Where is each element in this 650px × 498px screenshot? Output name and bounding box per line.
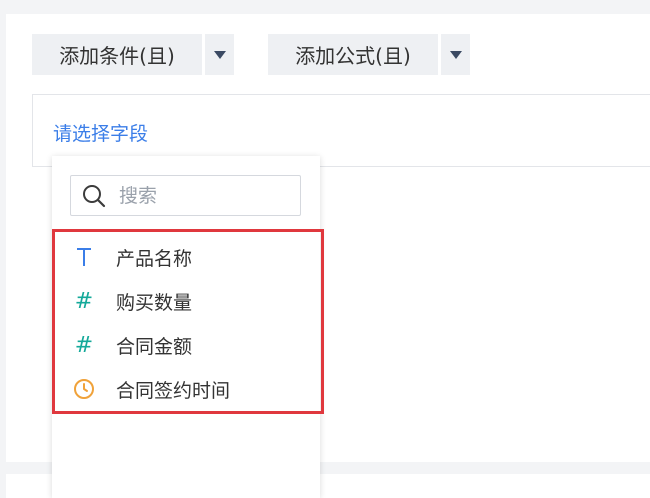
search-input[interactable] — [119, 184, 289, 207]
add-formula-dropdown-button[interactable] — [441, 34, 470, 75]
number-type-icon: # — [74, 332, 94, 358]
number-type-icon: # — [74, 288, 94, 314]
field-item-contract-amount[interactable]: # 合同金额 — [52, 323, 320, 367]
field-item-product-name[interactable]: 产品名称 — [52, 235, 320, 279]
text-type-icon — [72, 247, 96, 267]
field-dropdown: 产品名称 # 购买数量 # 合同金额 合同签约时间 — [52, 156, 320, 498]
search-icon — [83, 184, 106, 207]
select-field-link[interactable]: 请选择字段 — [53, 119, 148, 146]
caret-down-icon — [213, 50, 226, 59]
field-item-label: 合同金额 — [116, 335, 193, 358]
add-condition-split-button: 添加条件(且) — [32, 34, 234, 75]
field-item-label: 产品名称 — [116, 247, 193, 270]
add-formula-button[interactable]: 添加公式(且) — [268, 34, 438, 75]
field-item-purchase-quantity[interactable]: # 购买数量 — [52, 279, 320, 323]
search-box — [70, 175, 301, 216]
add-formula-split-button: 添加公式(且) — [268, 34, 470, 75]
field-item-label: 合同签约时间 — [116, 379, 231, 402]
add-condition-button[interactable]: 添加条件(且) — [32, 34, 202, 75]
caret-down-icon — [449, 50, 462, 59]
field-item-contract-sign-time[interactable]: 合同签约时间 — [52, 367, 320, 411]
field-list: 产品名称 # 购买数量 # 合同金额 合同签约时间 — [52, 235, 320, 411]
add-condition-dropdown-button[interactable] — [205, 34, 234, 75]
field-item-label: 购买数量 — [116, 291, 193, 314]
clock-icon — [72, 378, 96, 400]
